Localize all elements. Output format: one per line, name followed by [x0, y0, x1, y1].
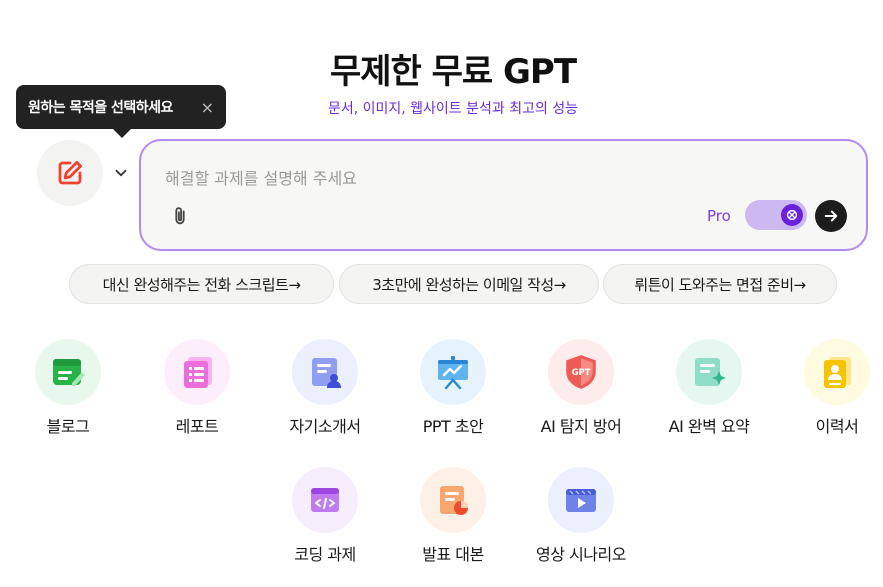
report-icon — [184, 357, 212, 388]
tool-video-scenario[interactable]: 영상 시나리오 — [521, 467, 641, 565]
blog-icon — [53, 359, 85, 386]
tool-label: 레포트 — [175, 417, 219, 436]
tool-icon-bg — [420, 467, 486, 533]
presentation-script-icon — [440, 486, 468, 515]
suggestion-chip[interactable]: 뤼튼이 도와주는 면접 준비→ — [603, 264, 837, 304]
self-intro-icon — [312, 358, 341, 388]
tool-label: 코딩 과제 — [294, 545, 356, 564]
ai-summary-icon — [695, 358, 726, 386]
pro-toggle-knob — [781, 204, 803, 226]
tool-icon-bg: GPT — [548, 339, 614, 405]
tool-label: 블로그 — [46, 417, 90, 436]
tool-icon-bg — [676, 339, 742, 405]
tool-ai-detect[interactable]: GPT AI 탐지 방어 — [521, 339, 641, 437]
pro-label: Pro — [707, 207, 731, 225]
pro-toggle[interactable] — [745, 200, 807, 230]
paperclip-icon[interactable] — [169, 205, 191, 227]
ai-detect-shield-icon: GPT — [566, 355, 596, 389]
purpose-select-button[interactable] — [37, 140, 103, 206]
tool-icon-bg — [804, 339, 870, 405]
tool-icon-bg — [164, 339, 230, 405]
video-scenario-icon — [566, 489, 596, 512]
tool-icon-bg — [548, 467, 614, 533]
tool-coding[interactable]: 코딩 과제 — [265, 467, 385, 565]
edit-icon — [58, 161, 82, 185]
tool-ai-summary[interactable]: AI 완벽 요약 — [649, 339, 769, 437]
tool-label: 자기소개서 — [289, 417, 361, 436]
ppt-icon — [438, 356, 468, 390]
coding-icon — [311, 488, 339, 512]
send-button[interactable] — [815, 200, 847, 232]
purpose-tooltip: 원하는 목적을 선택하세요 × — [16, 85, 226, 138]
tool-blog[interactable]: 블로그 — [8, 339, 128, 437]
tooltip-close-button[interactable]: × — [201, 98, 214, 117]
tool-label: 영상 시나리오 — [536, 545, 626, 564]
tool-icon-bg — [420, 339, 486, 405]
tool-resume[interactable]: 이력서 — [777, 339, 883, 437]
tool-label: 발표 대본 — [422, 545, 484, 564]
tool-ppt[interactable]: PPT 초안 — [393, 339, 513, 437]
tooltip-text: 원하는 목적을 선택하세요 — [28, 100, 173, 116]
arrow-right-icon — [824, 210, 838, 222]
tool-label: AI 탐지 방어 — [540, 417, 622, 436]
tool-presentation-script[interactable]: 발표 대본 — [393, 467, 513, 565]
tool-label: AI 완벽 요약 — [668, 417, 750, 436]
tool-icon-bg — [292, 339, 358, 405]
task-input-box: Pro — [139, 139, 868, 251]
tool-self-intro[interactable]: 자기소개서 — [265, 339, 385, 437]
resume-icon — [824, 357, 851, 388]
svg-text:GPT: GPT — [572, 367, 591, 377]
tool-report[interactable]: 레포트 — [137, 339, 257, 437]
tool-label: PPT 초안 — [422, 417, 484, 436]
suggestion-chip[interactable]: 대신 완성해주는 전화 스크립트→ — [69, 264, 334, 304]
chevron-down-icon[interactable] — [112, 164, 130, 182]
suggestion-chip[interactable]: 3초만에 완성하는 이메일 작성→ — [339, 264, 599, 304]
pro-mode-icon — [786, 209, 798, 221]
tool-icon-bg — [292, 467, 358, 533]
tool-label: 이력서 — [815, 417, 859, 436]
task-input[interactable] — [163, 163, 827, 193]
tool-icon-bg — [35, 339, 101, 405]
